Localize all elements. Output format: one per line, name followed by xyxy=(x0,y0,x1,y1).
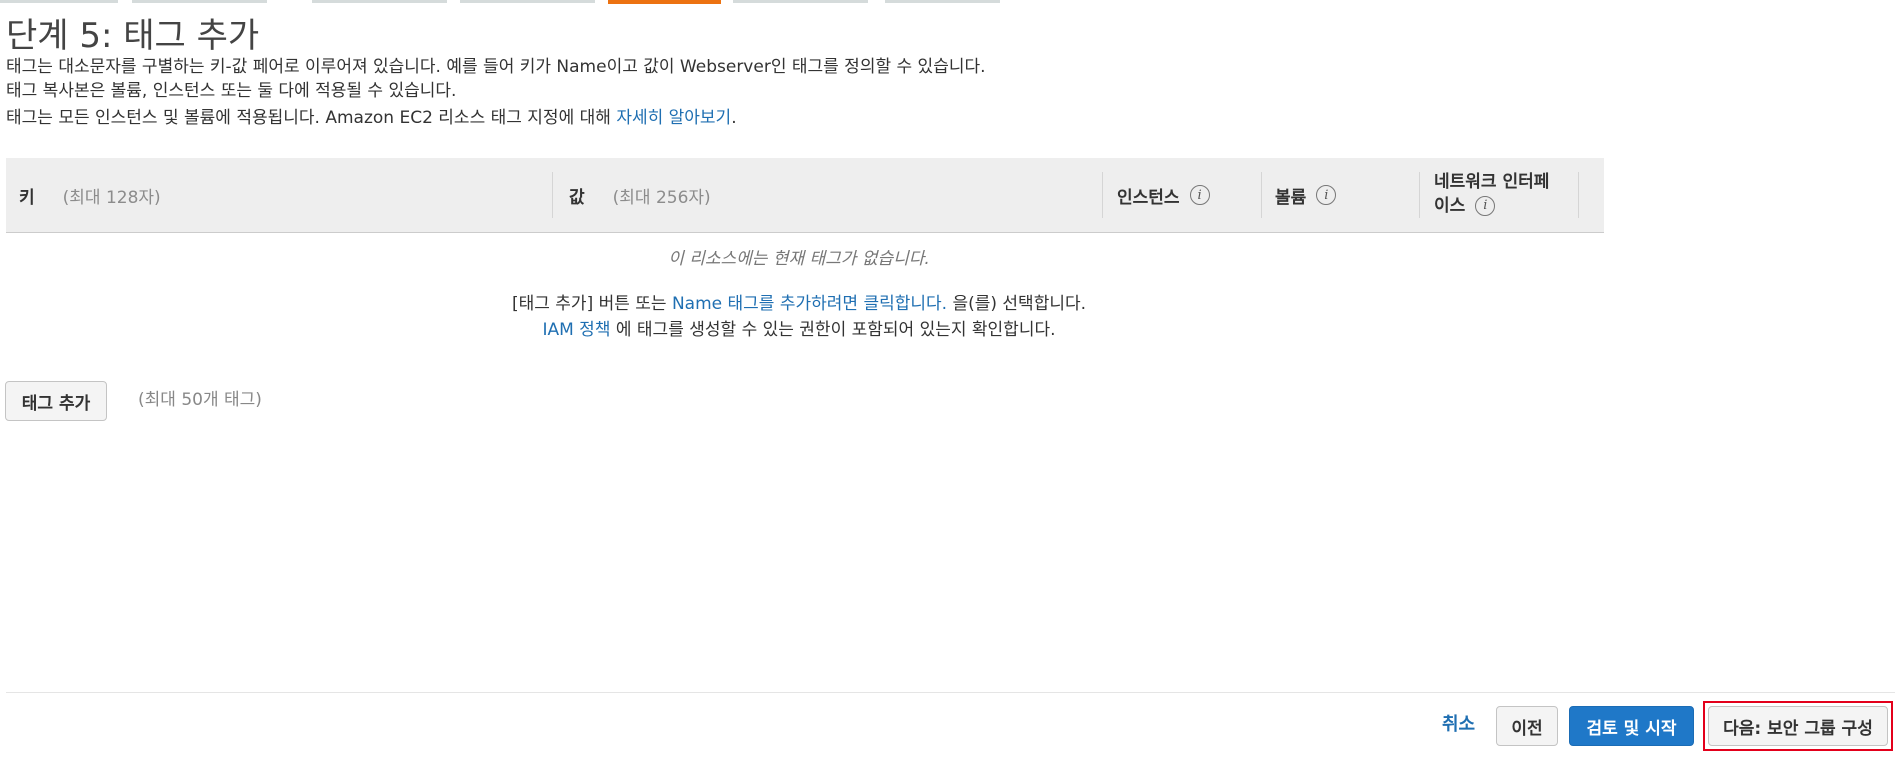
value-header-label: 값 xyxy=(569,187,585,208)
value-length-hint: (최대 256자) xyxy=(612,187,711,208)
column-divider[interactable] xyxy=(552,172,553,218)
column-divider[interactable] xyxy=(1261,172,1262,218)
key-header-label: 키 xyxy=(19,187,35,208)
info-icon[interactable]: i xyxy=(1189,185,1210,205)
instances-column-header: 인스턴스 i xyxy=(1117,158,1257,232)
step-tab-5-active[interactable] xyxy=(608,0,721,4)
network-interfaces-column-header: 네트워크 인터페 이스 i xyxy=(1434,158,1584,232)
wizard-step-tabs xyxy=(0,0,1100,6)
network-header-line-2-wrap: 이스 i xyxy=(1434,194,1584,218)
info-icon[interactable]: i xyxy=(1475,196,1496,216)
description-line-1: 태그는 대소문자를 구별하는 키-값 페어로 이루어져 있습니다. 예를 들어 … xyxy=(6,57,986,77)
previous-button[interactable]: 이전 xyxy=(1496,706,1558,746)
key-column-header: 키 (최대 128자) xyxy=(19,158,549,232)
empty-hint-suffix: 을(를) 선택합니다. xyxy=(947,294,1087,314)
description-line-2: 태그 복사본은 볼륨, 인스턴스 또는 둘 다에 적용될 수 있습니다. xyxy=(6,81,457,101)
column-divider[interactable] xyxy=(1419,172,1420,218)
column-divider[interactable] xyxy=(1102,172,1103,218)
cancel-link[interactable]: 취소 xyxy=(1442,712,1475,738)
iam-policy-link[interactable]: IAM 정책 xyxy=(542,320,610,340)
step-tab-2[interactable] xyxy=(132,0,267,3)
launch-wizard-page: 단계 5: 태그 추가 태그는 대소문자를 구별하는 키-값 페어로 이루어져 … xyxy=(0,0,1895,760)
value-column-header: 값 (최대 256자) xyxy=(569,158,1099,232)
volumes-header-label: 볼륨 xyxy=(1275,187,1307,208)
empty-state-hint-line-2: IAM 정책 에 태그를 생성할 수 있는 권한이 포함되어 있는지 확인합니다… xyxy=(0,318,1598,342)
network-header-line-2: 이스 xyxy=(1434,196,1466,216)
learn-more-link[interactable]: 자세히 알아보기 xyxy=(616,108,731,128)
next-configure-security-group-button[interactable]: 다음: 보안 그룹 구성 xyxy=(1708,706,1888,746)
step-tab-1[interactable] xyxy=(0,0,118,3)
instances-header-label: 인스턴스 xyxy=(1117,187,1180,208)
review-and-launch-button[interactable]: 검토 및 시작 xyxy=(1569,706,1694,746)
step-tab-7[interactable] xyxy=(885,0,1000,3)
footer-divider xyxy=(6,692,1895,693)
description-line-3: 태그는 모든 인스턴스 및 볼륨에 적용됩니다. Amazon EC2 리소스 … xyxy=(6,106,737,130)
step-tab-3[interactable] xyxy=(312,0,447,3)
empty-state-hint-line-1: [태그 추가] 버튼 또는 Name 태그를 추가하려면 클릭합니다. 을(를)… xyxy=(0,292,1598,316)
info-icon[interactable]: i xyxy=(1316,185,1337,205)
tag-limit-note: (최대 50개 태그) xyxy=(138,390,262,410)
no-tags-message: 이 리소스에는 현재 태그가 없습니다. xyxy=(668,249,930,269)
key-length-hint: (최대 128자) xyxy=(62,187,161,208)
add-name-tag-link[interactable]: Name 태그를 추가하려면 클릭합니다. xyxy=(672,294,947,314)
description-line-3-text: 태그는 모든 인스턴스 및 볼륨에 적용됩니다. Amazon EC2 리소스 … xyxy=(6,108,617,128)
step-tab-6[interactable] xyxy=(733,0,868,3)
network-header-line-1: 네트워크 인터페 xyxy=(1434,172,1550,192)
volumes-column-header: 볼륨 i xyxy=(1275,158,1415,232)
page-title: 단계 5: 태그 추가 xyxy=(6,16,260,56)
tag-table-header: 키 (최대 128자) 값 (최대 256자) 인스턴스 i 볼륨 i 네트워크… xyxy=(6,158,1604,233)
add-tag-button[interactable]: 태그 추가 xyxy=(5,381,107,421)
empty-hint-prefix: [태그 추가] 버튼 또는 xyxy=(511,294,672,314)
step-tab-4[interactable] xyxy=(460,0,595,3)
iam-hint-suffix: 에 태그를 생성할 수 있는 권한이 포함되어 있는지 확인합니다. xyxy=(610,320,1056,340)
description-line-3-end: . xyxy=(731,108,737,128)
column-divider[interactable] xyxy=(1578,172,1579,218)
